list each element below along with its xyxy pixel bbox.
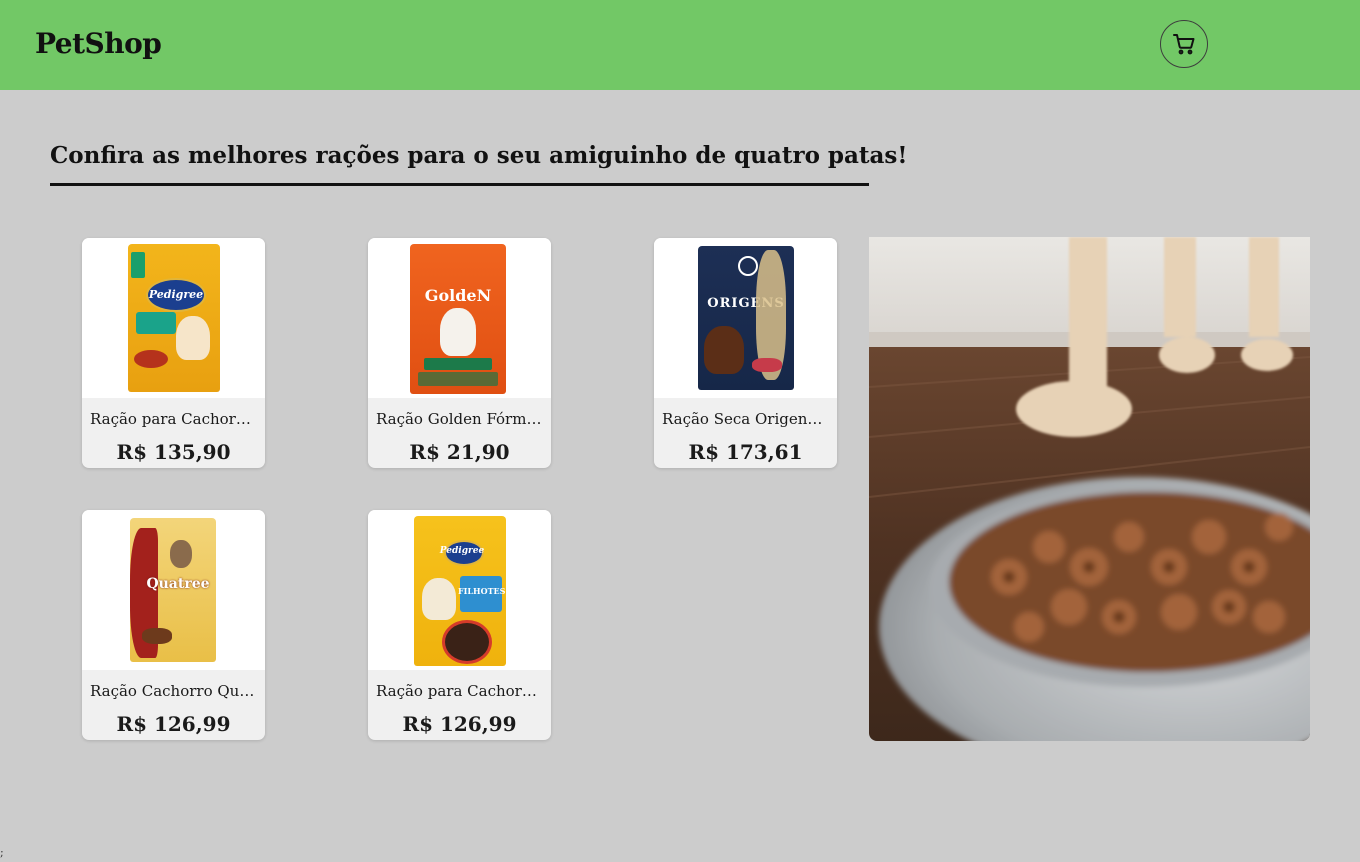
product-name: Ração Golden Fórmula (376, 410, 543, 428)
stray-text: ; (0, 846, 4, 859)
product-card-origens[interactable]: ORIGENS Ração Seca Origens Classic R$ 17… (654, 238, 837, 468)
product-price: R$ 173,61 (688, 440, 803, 464)
product-card-quatree[interactable]: Quatree Ração Cachorro Quatree R$ 126,99 (82, 510, 265, 740)
product-image: Pedigree FILHOTES (368, 510, 551, 670)
product-image: Quatree (82, 510, 265, 670)
product-brand-label: Quatree (146, 576, 210, 592)
product-name: Ração para Cachorro Pedigree (90, 410, 257, 428)
product-name: Ração Cachorro Quatree (90, 682, 257, 700)
product-image: GoldeN (368, 238, 551, 398)
cart-button[interactable] (1160, 20, 1208, 68)
product-brand-label: Pedigree (439, 546, 485, 556)
title-underline (50, 183, 869, 186)
product-price: R$ 126,99 (402, 712, 517, 736)
product-sub-label: FILHOTES (458, 586, 506, 596)
shopping-cart-icon (1173, 34, 1195, 55)
product-name: Ração Seca Origens Classic (662, 410, 829, 428)
product-name: Ração para Cachorro Pedigree Filhotes (376, 682, 543, 700)
product-card-pedigree[interactable]: Pedigree Ração para Cachorro Pedigree R$… (82, 238, 265, 468)
product-price: R$ 21,90 (409, 440, 510, 464)
product-image: Pedigree (82, 238, 265, 398)
hero-illustration (869, 237, 1310, 741)
top-navbar: PetShop (0, 0, 1360, 90)
product-card-golden[interactable]: GoldeN Ração Golden Fórmula R$ 21,90 (368, 238, 551, 468)
product-price: R$ 126,99 (116, 712, 231, 736)
product-price: R$ 135,90 (116, 440, 231, 464)
hero-dog-food-image (869, 237, 1310, 741)
product-card-pedigree-filhotes[interactable]: Pedigree FILHOTES Ração para Cachorro Pe… (368, 510, 551, 740)
page-title: Confira as melhores rações para o seu am… (50, 142, 908, 169)
product-brand-label: Pedigree (148, 288, 204, 301)
product-brand-label: GoldeN (424, 286, 492, 305)
product-image: ORIGENS (654, 238, 837, 398)
brand-logo[interactable]: PetShop (35, 27, 162, 60)
